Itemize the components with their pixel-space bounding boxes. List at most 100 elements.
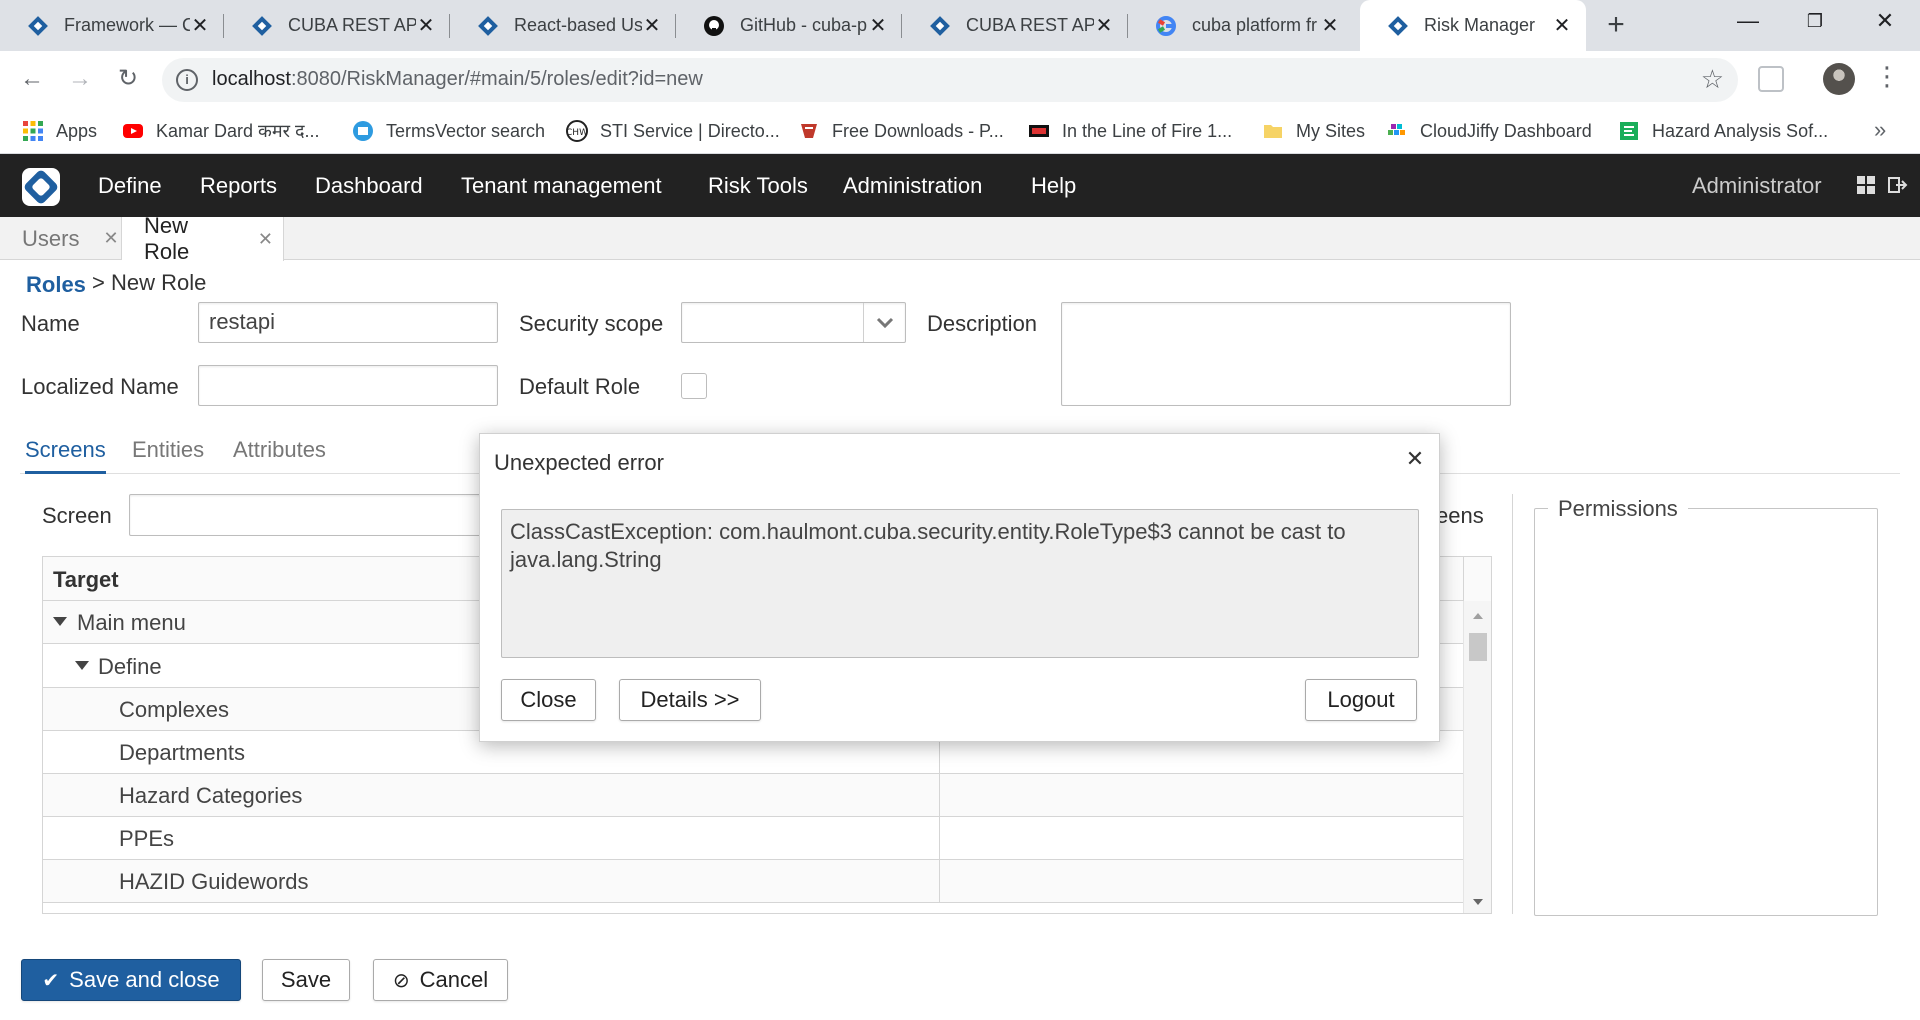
browser-tab[interactable]: CUBA REST API ✕ [902, 0, 1128, 51]
name-field[interactable]: restapi [198, 302, 498, 343]
browser-menu-icon[interactable]: ⋮ [1874, 61, 1900, 92]
scroll-up-icon[interactable] [1473, 613, 1483, 619]
line-of-fire-icon [1029, 125, 1049, 137]
close-tab-icon[interactable]: ✕ [1552, 13, 1572, 38]
close-tab-icon[interactable]: ✕ [868, 13, 888, 38]
tab-new-role[interactable]: New Role ✕ [122, 213, 284, 264]
reload-icon[interactable]: ↻ [110, 61, 146, 97]
close-tab-icon[interactable]: ✕ [1094, 13, 1114, 38]
extension-icon[interactable] [1758, 66, 1784, 92]
bookmark-item[interactable]: In the Line of Fire 1... [1028, 118, 1232, 144]
table-scrollbar[interactable] [1463, 601, 1491, 913]
bookmark-item[interactable]: TermsVector search [352, 118, 545, 144]
scroll-down-icon[interactable] [1473, 899, 1483, 905]
tab-entities[interactable]: Entities [132, 432, 204, 474]
browser-tab[interactable]: Framework — C ✕ [0, 0, 224, 51]
cuba-favicon-icon [928, 14, 952, 38]
minimize-button[interactable]: — [1715, 0, 1781, 44]
site-info-icon[interactable]: i [176, 69, 198, 91]
free-downloads-icon [801, 124, 817, 138]
table-row[interactable]: HAZID Guidewords [43, 860, 1463, 903]
chevron-down-icon[interactable] [863, 303, 905, 342]
cuba-favicon-icon [476, 14, 500, 38]
expand-caret-icon[interactable] [53, 617, 67, 626]
bookmark-apps[interactable]: Apps [22, 118, 97, 144]
security-scope-select[interactable] [681, 302, 906, 343]
menu-dashboard[interactable]: Dashboard [315, 154, 423, 217]
current-user[interactable]: Administrator [1692, 154, 1822, 217]
screen-filter-label: Screen [42, 503, 112, 528]
youtube-icon [123, 124, 143, 138]
browser-tab-title: CUBA REST API [966, 15, 1094, 35]
app-tabsheet: Users ✕ New Role ✕ [0, 213, 1920, 264]
column-target[interactable]: Target [53, 567, 119, 593]
browser-tab-title: GitHub - cuba-p [740, 15, 868, 35]
forward-arrow-icon[interactable]: → [62, 61, 98, 97]
ban-icon: ⊘ [392, 969, 410, 992]
close-icon[interactable]: ✕ [258, 229, 273, 250]
localized-name-field[interactable] [198, 365, 498, 406]
menu-reports[interactable]: Reports [200, 154, 277, 217]
description-textarea[interactable] [1061, 302, 1511, 406]
restore-button[interactable]: ❐ [1782, 0, 1848, 44]
close-icon[interactable]: ✕ [1403, 446, 1427, 472]
logout-button[interactable]: Logout [1305, 679, 1417, 721]
close-icon[interactable]: ✕ [103, 228, 118, 249]
save-and-close-button[interactable]: ✔ Save and close [21, 959, 241, 1001]
back-arrow-icon[interactable]: ← [14, 61, 50, 97]
scroll-thumb[interactable] [1469, 633, 1487, 661]
bookmark-item[interactable]: CHW STI Service | Directo... [566, 118, 780, 144]
app-header: Define Reports Dashboard Tenant manageme… [0, 154, 1920, 217]
browser-tab[interactable]: cuba platform fr ✕ [1128, 0, 1354, 51]
close-tab-icon[interactable]: ✕ [642, 13, 662, 38]
menu-risk-tools[interactable]: Risk Tools [708, 154, 808, 217]
dialog-close-button[interactable]: Close [501, 679, 596, 721]
bookmark-item[interactable]: Free Downloads - P... [798, 118, 1004, 144]
browser-tab[interactable]: React-based Use ✕ [450, 0, 676, 51]
app-logo[interactable] [22, 168, 60, 206]
browser-tab[interactable]: GitHub - cuba-p ✕ [676, 0, 902, 51]
browser-toolbar: ← → ↻ i localhost:8080/RiskManager/#main… [0, 51, 1920, 109]
menu-administration[interactable]: Administration [843, 154, 982, 217]
table-row[interactable]: PPEs [43, 817, 1463, 860]
browser-tab-title: React-based Use [514, 15, 642, 35]
browser-tab-active[interactable]: Risk Manager ✕ [1360, 0, 1586, 51]
tab-attributes[interactable]: Attributes [233, 432, 326, 474]
window-close-button[interactable]: ✕ [1852, 0, 1918, 44]
screen-filter-field[interactable] [129, 494, 489, 536]
dialog-title: Unexpected error [494, 450, 664, 475]
breadcrumb-roles-link[interactable]: Roles [26, 272, 86, 298]
tab-users[interactable]: Users ✕ [0, 217, 122, 260]
more-bookmarks-icon[interactable]: » [1874, 117, 1886, 143]
bookmark-item[interactable]: Hazard Analysis Sof... [1618, 118, 1828, 144]
logout-icon[interactable] [1888, 175, 1908, 195]
bookmark-item[interactable]: CloudJiffy Dashboard [1386, 118, 1592, 144]
expand-caret-icon[interactable] [75, 661, 89, 670]
default-role-label: Default Role [519, 374, 641, 399]
tab-screens[interactable]: Screens [25, 432, 106, 474]
address-bar[interactable]: i localhost:8080/RiskManager/#main/5/rol… [162, 58, 1738, 102]
folder-icon [1264, 125, 1282, 138]
menu-define[interactable]: Define [98, 154, 162, 217]
close-tab-icon[interactable]: ✕ [190, 13, 210, 38]
close-tab-icon[interactable]: ✕ [1320, 13, 1340, 38]
github-icon [702, 14, 726, 38]
menu-help[interactable]: Help [1031, 154, 1076, 217]
profile-avatar[interactable] [1823, 63, 1855, 95]
browser-tab[interactable]: CUBA REST API ✕ [224, 0, 450, 51]
table-row[interactable]: Hazard Categories [43, 774, 1463, 817]
bookmark-item[interactable]: Kamar Dard कमर द... [122, 118, 320, 144]
cancel-button[interactable]: ⊘ Cancel [373, 959, 508, 1001]
new-tab-button[interactable]: + [1598, 8, 1634, 44]
bookmark-folder[interactable]: My Sites [1262, 118, 1365, 144]
window-mode-icon[interactable] [1856, 175, 1876, 195]
default-role-checkbox[interactable] [681, 373, 707, 399]
bookmark-star-icon[interactable]: ☆ [1701, 64, 1724, 95]
cuba-favicon-icon [26, 14, 50, 38]
details-button[interactable]: Details >> [619, 679, 761, 721]
browser-tab-title: Risk Manager [1424, 15, 1536, 35]
permissions-legend: Permissions [1548, 496, 1688, 522]
close-tab-icon[interactable]: ✕ [416, 13, 436, 38]
menu-tenant-management[interactable]: Tenant management [461, 154, 662, 217]
save-button[interactable]: Save [262, 959, 350, 1001]
